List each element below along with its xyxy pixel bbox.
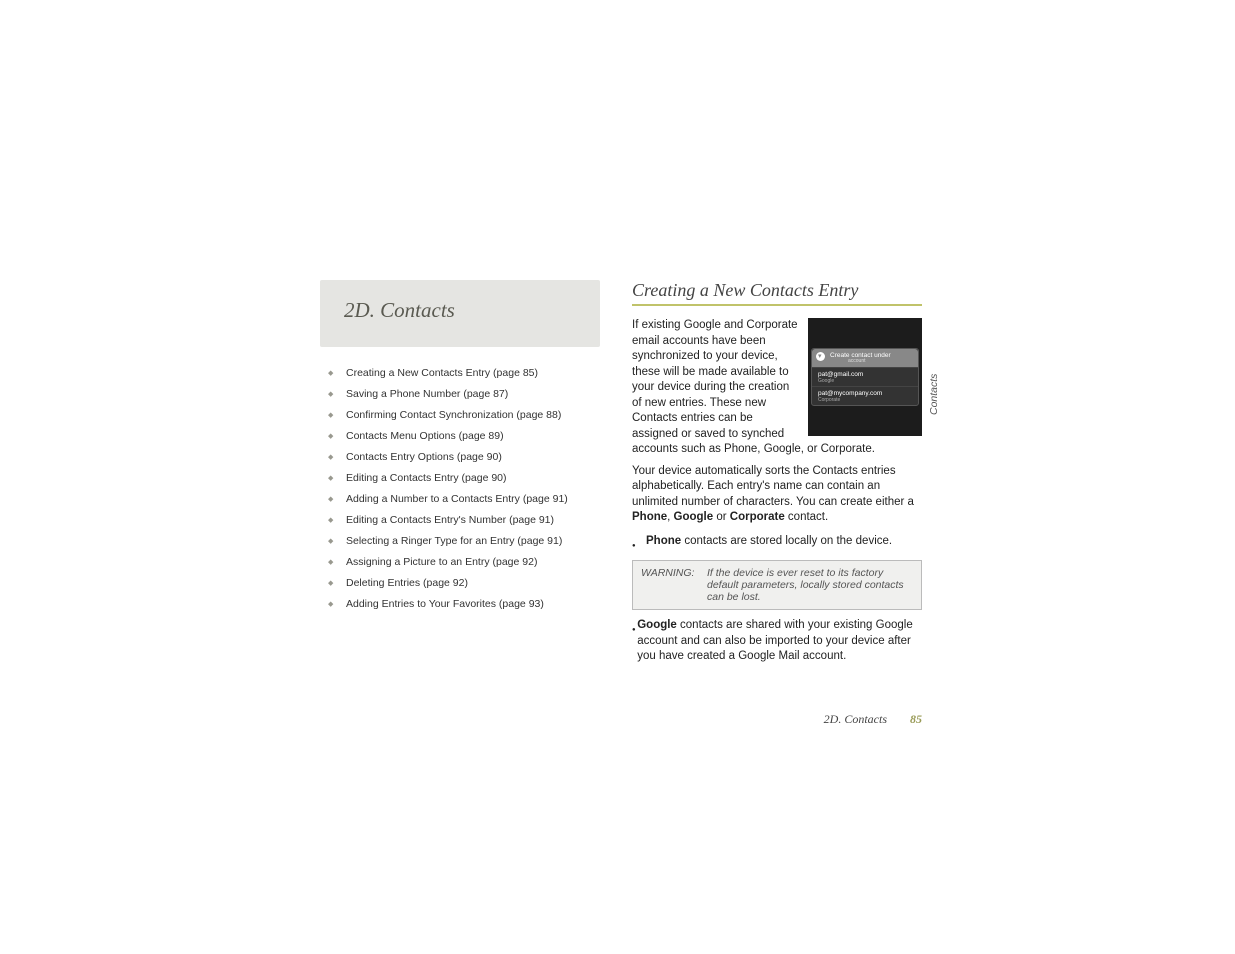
p2-post: contact. — [785, 511, 828, 523]
bullet-label: Phone — [646, 535, 681, 547]
account-email: pat@mycompany.com — [818, 390, 912, 397]
account-option[interactable]: pat@gmail.com Google — [812, 367, 918, 386]
bullet-icon — [632, 534, 646, 553]
status-bar — [811, 321, 919, 326]
dialog-title-row: Create contact under account — [812, 349, 918, 367]
paragraph-2: Your device automatically sorts the Cont… — [632, 464, 922, 526]
toc-item[interactable]: Editing a Contacts Entry's Number (page … — [346, 514, 620, 526]
account-email: pat@gmail.com — [818, 371, 912, 378]
intro-block: Create contact under account pat@gmail.c… — [632, 318, 922, 458]
toc-item[interactable]: Adding Entries to Your Favorites (page 9… — [346, 598, 620, 610]
side-tab-text: Contacts — [928, 345, 940, 415]
footer-section: 2D. Contacts — [824, 712, 887, 726]
toc-item[interactable]: Confirming Contact Synchronization (page… — [346, 409, 620, 421]
toc-item[interactable]: Deleting Entries (page 92) — [346, 577, 620, 589]
toc-item[interactable]: Assigning a Picture to an Entry (page 92… — [346, 556, 620, 568]
toc-item[interactable]: Editing a Contacts Entry (page 90) — [346, 472, 620, 484]
warning-text: If the device is ever reset to its facto… — [707, 567, 913, 603]
heading-rule — [632, 304, 922, 306]
toc-item[interactable]: Adding a Number to a Contacts Entry (pag… — [346, 493, 620, 505]
toc-item[interactable]: Saving a Phone Number (page 87) — [346, 388, 620, 400]
account-option[interactable]: pat@mycompany.com Corporate — [812, 386, 918, 405]
account-source: Google — [818, 378, 912, 384]
warning-label: WARNING: — [641, 567, 707, 603]
side-tab: Contacts — [930, 380, 948, 450]
bullet-label: Google — [637, 619, 677, 631]
right-column: Creating a New Contacts Entry Create con… — [632, 280, 922, 665]
bold-phone: Phone — [632, 511, 667, 523]
bold-google: Google — [674, 511, 714, 523]
bullet-phone: Phone contacts are stored locally on the… — [632, 534, 922, 553]
chapter-title: 2D. Contacts — [344, 298, 576, 323]
create-contact-dialog: Create contact under account pat@gmail.c… — [811, 348, 919, 406]
table-of-contents: Creating a New Contacts Entry (page 85) … — [320, 367, 620, 610]
warning-box: WARNING: If the device is ever reset to … — [632, 560, 922, 610]
p2-pre: Your device automatically sorts the Cont… — [632, 465, 914, 508]
toc-item[interactable]: Contacts Menu Options (page 89) — [346, 430, 620, 442]
toc-item[interactable]: Selecting a Ringer Type for an Entry (pa… — [346, 535, 620, 547]
account-source: Corporate — [818, 397, 912, 403]
toc-item[interactable]: Contacts Entry Options (page 90) — [346, 451, 620, 463]
bold-corporate: Corporate — [730, 511, 785, 523]
bullet-google: Google contacts are shared with your exi… — [632, 618, 922, 665]
bullet-text: contacts are stored locally on the devic… — [681, 535, 892, 547]
toc-item[interactable]: Creating a New Contacts Entry (page 85) — [346, 367, 620, 379]
page-footer: 2D. Contacts 85 — [632, 712, 922, 727]
section-heading: Creating a New Contacts Entry — [632, 280, 922, 301]
bullet-text: contacts are shared with your existing G… — [637, 619, 913, 662]
device-screenshot: Create contact under account pat@gmail.c… — [808, 318, 922, 436]
footer-page-number: 85 — [910, 712, 922, 726]
chapter-title-block: 2D. Contacts — [320, 280, 600, 347]
